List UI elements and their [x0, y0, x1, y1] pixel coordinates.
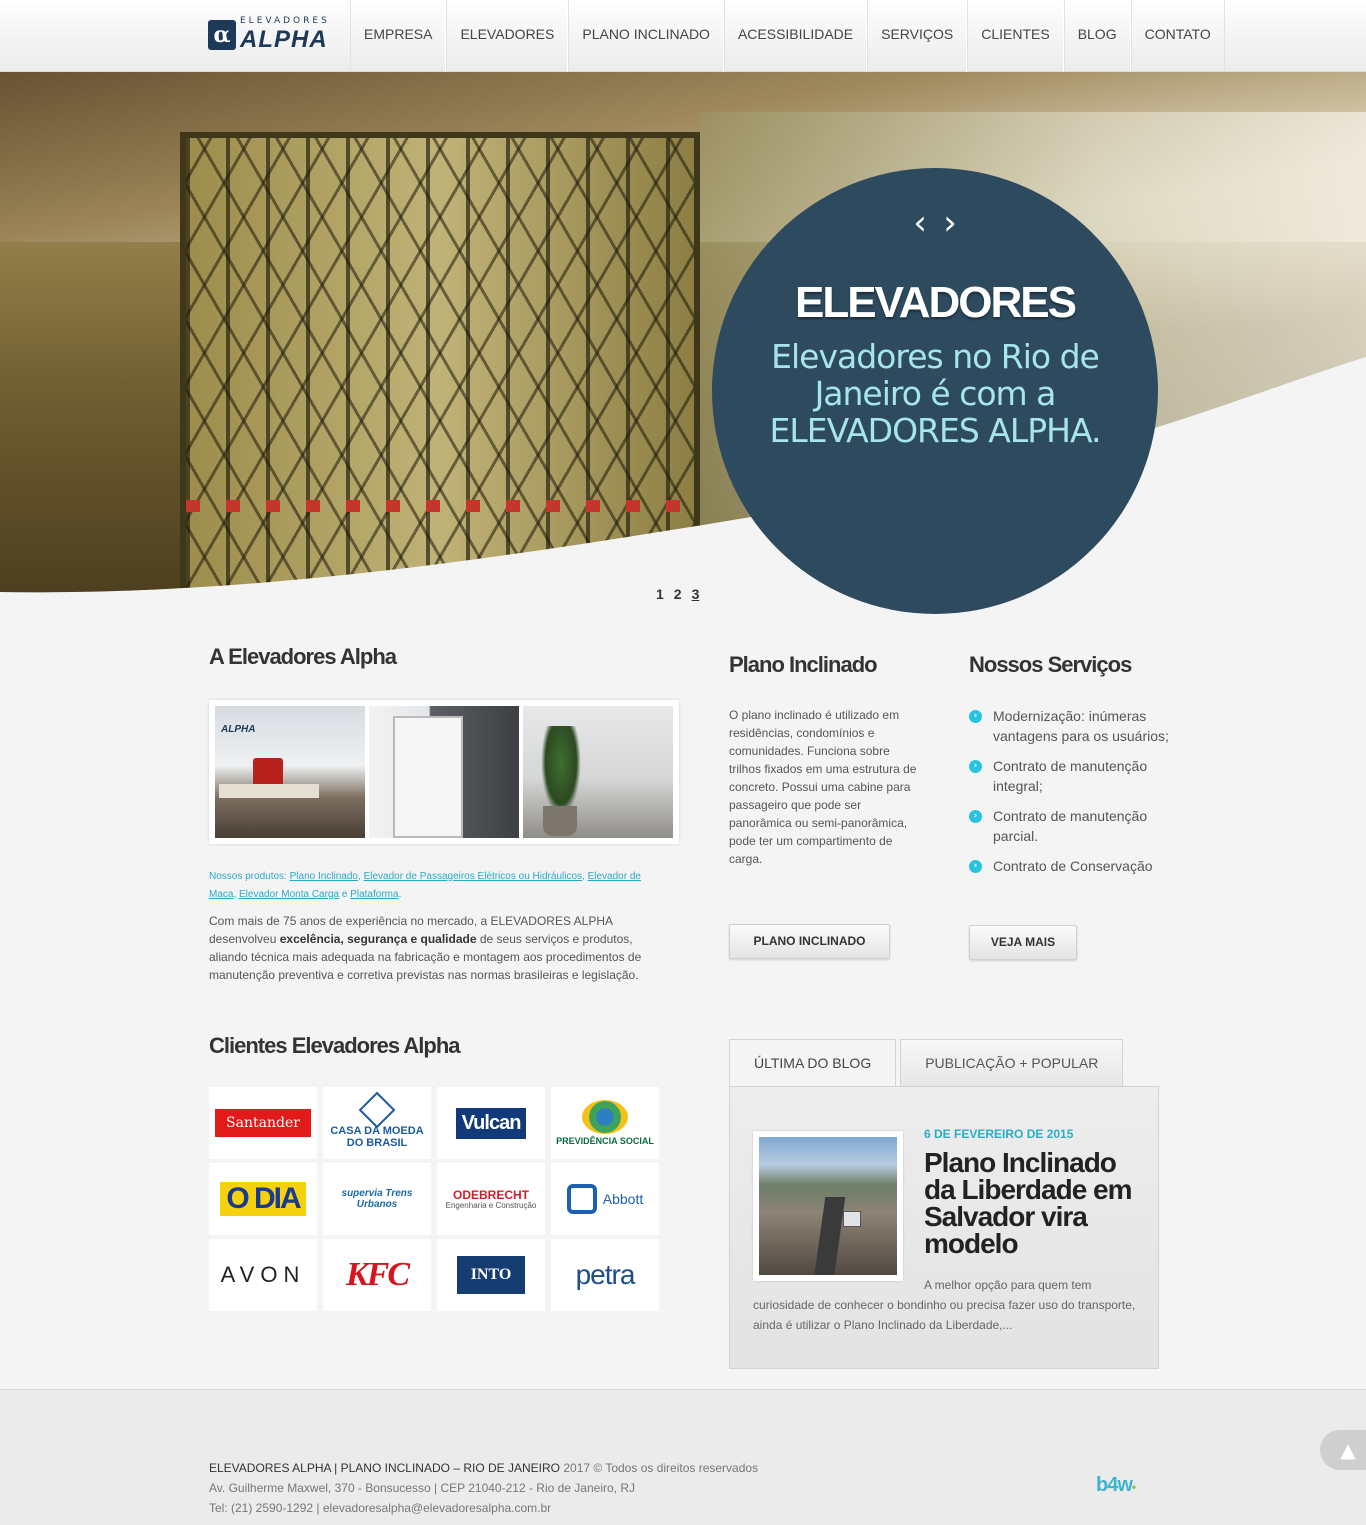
products-prefix: Nossos produtos:	[209, 871, 287, 882]
blog-tabs: ÚLTIMA DO BLOG PUBLICAÇÃO + POPULAR	[729, 1039, 1124, 1087]
tab-publicacao-popular[interactable]: PUBLICAÇÃO + POPULAR	[900, 1039, 1124, 1087]
client-logo-o-dia: O DIA	[209, 1163, 317, 1235]
main-nav: EMPRESA ELEVADORES PLANO INCLINADO ACESS…	[350, 0, 1225, 72]
product-link-monta-carga[interactable]: Elevador Monta Carga	[239, 889, 339, 900]
hero-slider: ‹ › ELEVADORES Elevadores no Rio de Jane…	[0, 72, 1366, 617]
alpha-logo-icon: α	[208, 20, 236, 50]
plano-text: O plano inclinado é utilizado em residên…	[729, 708, 917, 866]
product-link-passageiros[interactable]: Elevador de Passageiros Elétricos ou Hid…	[364, 871, 582, 882]
footer-company: ELEVADORES ALPHA | PLANO INCLINADO – RIO…	[209, 1461, 560, 1475]
chevron-right-icon: ›	[969, 810, 982, 823]
chevron-right-icon: ›	[969, 710, 982, 723]
slider-page-1[interactable]: 1	[656, 586, 664, 602]
client-logo-vulcan: Vulcan	[437, 1087, 545, 1159]
nav-acessibilidade[interactable]: ACESSIBILIDADE	[723, 0, 868, 72]
clients-grid: Santander CASA DA MOEDA DO BRASIL Vulcan…	[209, 1087, 659, 1311]
site-header: α ELEVADORES ALPHA EMPRESA ELEVADORES PL…	[0, 0, 1366, 72]
nav-contato[interactable]: CONTATO	[1130, 0, 1225, 72]
slider-pagination: 1 2 3	[656, 586, 699, 602]
client-logo-abbott: Abbott	[551, 1163, 659, 1235]
chevron-right-icon: ›	[969, 860, 982, 873]
logo-big-text: ALPHA	[240, 26, 328, 53]
about-highlight: excelência, segurança e qualidade	[279, 932, 477, 946]
footer-copyright: 2017 © Todos os direitos reservados	[563, 1461, 759, 1475]
client-logo-avon: AVON	[209, 1239, 317, 1311]
logo-small-text: ELEVADORES	[240, 16, 330, 26]
plano-title: Plano Inclinado	[729, 652, 878, 677]
b4w-credit-logo[interactable]: b4w•	[1096, 1474, 1136, 1497]
list-item: › Contrato de Conservação	[969, 856, 1169, 876]
list-item: › Contrato de manutenção integral;	[969, 756, 1169, 796]
blog-thumbnail[interactable]	[753, 1131, 903, 1281]
back-to-top-icon[interactable]: ▲	[1320, 1430, 1366, 1470]
nav-clientes[interactable]: CLIENTES	[967, 0, 1064, 72]
footer-contact: Tel: (21) 2590-1292 | elevadoresalpha@el…	[209, 1501, 552, 1515]
blog-post-title[interactable]: Plano Inclinado da Liberdade em Salvador…	[924, 1149, 1144, 1258]
client-logo-santander: Santander	[209, 1087, 317, 1159]
gallery-logo-text: ALPHA	[221, 724, 256, 735]
blog-date: 6 DE FEVEREIRO DE 2015	[924, 1127, 1074, 1141]
tab-ultima-do-blog[interactable]: ÚLTIMA DO BLOG	[729, 1039, 897, 1087]
nav-blog[interactable]: BLOG	[1063, 0, 1131, 72]
slider-page-3[interactable]: 3	[692, 586, 700, 602]
chevron-right-icon: ›	[969, 760, 982, 773]
nav-plano-inclinado[interactable]: PLANO INCLINADO	[568, 0, 724, 72]
client-logo-petra: petra	[551, 1239, 659, 1311]
client-logo-supervia: supervia Trens Urbanos	[323, 1163, 431, 1235]
about-text: Com mais de 75 anos de experiência no me…	[209, 914, 642, 982]
client-logo-into: INTO	[437, 1239, 545, 1311]
footer-address: Av. Guilherme Maxwel, 370 - Bonsucesso |…	[209, 1481, 635, 1495]
slider-arrows: ‹ ›	[712, 206, 1158, 240]
servicos-title: Nossos Serviços	[969, 652, 1132, 677]
footer-info: ELEVADORES ALPHA | PLANO INCLINADO – RIO…	[209, 1458, 758, 1518]
servicos-list: › Modernização: inúmeras vantagens para o…	[969, 706, 1169, 886]
site-footer: ELEVADORES ALPHA | PLANO INCLINADO – RIO…	[0, 1389, 1366, 1525]
about-title: A Elevadores Alpha	[209, 644, 397, 669]
hero-title: ELEVADORES	[795, 278, 1077, 327]
list-item: › Contrato de manutenção parcial.	[969, 806, 1169, 846]
client-logo-previdencia: PREVIDÊNCIA SOCIAL	[551, 1087, 659, 1159]
casa-da-moeda-emblem-icon	[358, 1091, 396, 1129]
nav-elevadores[interactable]: ELEVADORES	[446, 0, 569, 72]
hero-curve	[0, 357, 1366, 617]
blog-panel: 6 DE FEVEREIRO DE 2015 Plano Inclinado d…	[729, 1086, 1159, 1369]
product-link-plataforma[interactable]: Plataforma	[350, 889, 398, 900]
veja-mais-button[interactable]: VEJA MAIS	[969, 925, 1077, 960]
products-and: e	[341, 889, 348, 900]
about-gallery: ALPHA	[209, 700, 679, 844]
gallery-elevator-image	[369, 706, 519, 838]
list-item: › Modernização: inúmeras vantagens para o…	[969, 706, 1169, 746]
slider-page-2[interactable]: 2	[674, 586, 682, 602]
slider-prev-icon[interactable]: ‹	[909, 206, 931, 240]
nav-servicos[interactable]: SERVIÇOS	[867, 0, 968, 72]
site-logo[interactable]: α ELEVADORES ALPHA	[208, 16, 340, 53]
gallery-plant-image	[523, 706, 673, 838]
products-list: Nossos produtos: Plano Inclinado, Elevad…	[209, 871, 641, 900]
gallery-office-image: ALPHA	[215, 706, 365, 838]
hero-subtitle: Elevadores no Rio de Janeiro é com a ELE…	[769, 337, 1102, 450]
hero-caption-circle: ‹ › ELEVADORES Elevadores no Rio de Jane…	[712, 168, 1158, 614]
abbott-emblem-icon	[566, 1184, 597, 1214]
slider-next-icon[interactable]: ›	[939, 206, 961, 240]
client-logo-odebrecht: ODEBRECHT Engenharia e Construção	[437, 1163, 545, 1235]
nav-empresa[interactable]: EMPRESA	[350, 0, 447, 72]
previdencia-emblem-icon	[582, 1100, 628, 1134]
blog-excerpt: A melhor opção para quem tem curiosidade…	[753, 1278, 1136, 1332]
product-link-plano[interactable]: Plano Inclinado	[290, 871, 358, 882]
plano-inclinado-button[interactable]: PLANO INCLINADO	[729, 924, 890, 959]
client-logo-casa-da-moeda: CASA DA MOEDA DO BRASIL	[323, 1087, 431, 1159]
client-logo-kfc: KFC	[323, 1239, 431, 1311]
clientes-title: Clientes Elevadores Alpha	[209, 1033, 461, 1058]
